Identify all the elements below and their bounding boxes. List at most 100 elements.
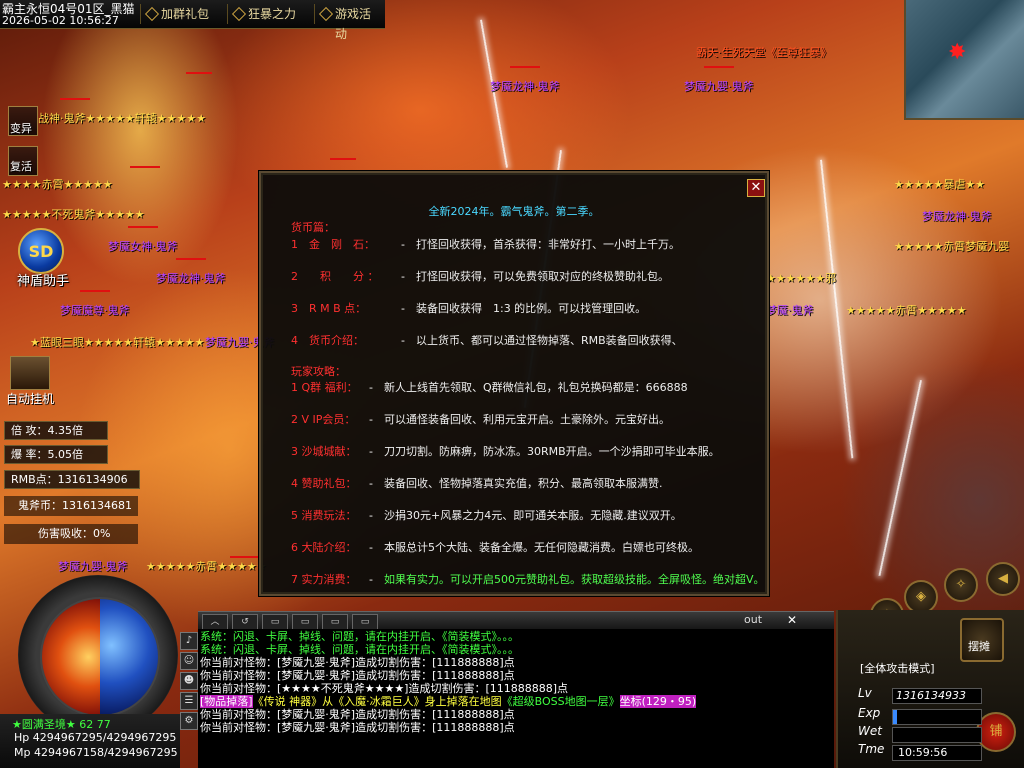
skill-button-icon[interactable]: ◈: [904, 580, 938, 614]
monster-hp-bar: [704, 66, 734, 68]
weight-bar: [892, 727, 982, 743]
overhead-name[interactable]: ★★★★★赤霄★★★★★: [146, 558, 267, 574]
guide-row: 6 大陆介绍： - 本服总计5个大陆、装备全爆。无任何隐藏消费。白嫖也可终极。: [291, 541, 699, 554]
axe-coin: 鬼斧币：1316134681: [4, 496, 138, 516]
chat-line: 系统：闪退、卡屏、掉线、问题，请在内挂开启、《简装模式》。。。: [200, 630, 519, 643]
overhead-name[interactable]: 梦魇龙神·鬼斧: [922, 208, 992, 224]
game-events-button[interactable]: 游戏活动: [314, 4, 385, 41]
chat-emote-icon[interactable]: ☻: [180, 672, 198, 690]
monster-hp-bar: [130, 166, 160, 168]
chat-log[interactable]: 系统：闪退、卡屏、掉线、问题，请在内挂开启、《简装模式》。。。 系统：闪退、卡屏…: [198, 629, 834, 768]
overhead-name[interactable]: 霸天·生死天堂《至尊狂暴》: [696, 44, 832, 60]
monster-hp-bar: [330, 158, 356, 160]
shop-button[interactable]: 铺: [976, 712, 1016, 752]
chat-line: 你当前对怪物：[梦魇九婴·鬼斧]造成切割伤害：[111888888]点: [200, 669, 515, 682]
exp-bar-fill: [893, 710, 897, 724]
wet-label: Wet: [858, 724, 882, 738]
monster-hp-bar: [186, 72, 212, 74]
section-currency: 货币篇：: [291, 221, 335, 234]
helper-label: 神盾助手: [16, 274, 69, 289]
chat-group-icon[interactable]: ☺: [180, 652, 198, 670]
player-status: ★圆满圣境★ 62 77 Hp 4294967295/4294967295 Mp…: [0, 714, 180, 768]
guide-row: 7 实力消费： - 如果有实力。可以开启500元赞助礼包。获取超级技能。全屏吸怪。…: [291, 573, 765, 586]
monster-hp-bar: [128, 226, 158, 228]
attack-multiplier: 倍 攻：4.35倍: [4, 421, 108, 440]
chat-line: 系统：闪退、卡屏、掉线、问题，请在内挂开启、《简装模式》。。。: [200, 643, 519, 656]
auto-hang-button[interactable]: 自动挂机: [6, 356, 56, 406]
section-guide: 玩家攻略：: [291, 365, 346, 378]
guide-row: 4 赞助礼包： - 装备回收、怪物掉落真实充值，积分、最高领取本服满赞.: [291, 477, 663, 490]
chat-tab-icon[interactable]: ↺: [232, 614, 258, 630]
sound-toggle-icon[interactable]: ◀: [986, 562, 1020, 596]
overhead-name[interactable]: 战神·鬼斧★★★★★轩辕★★★★★: [38, 110, 206, 126]
chat-sound-icon[interactable]: ♪: [180, 632, 198, 650]
announcement-dialog: ✕ 全新2024年。霸气鬼斧。第二季。 货币篇： 1 金 刚 石： - 打怪回收获…: [259, 171, 769, 596]
chat-settings-icon[interactable]: ⚙: [180, 712, 198, 730]
chat-tab-icon[interactable]: ▭: [322, 614, 348, 630]
drop-rate: 爆 率：5.05倍: [4, 445, 108, 464]
currency-row: 3 R M B 点： - 装备回收获得 1:3 的比例。可以找管理回收。: [291, 302, 647, 315]
overhead-name[interactable]: 梦魇九婴·鬼斧: [58, 558, 128, 574]
dialog-title: 全新2024年。霸气鬼斧。第二季。: [428, 205, 600, 218]
hp-value: Hp 4294967295/4294967295: [14, 731, 177, 744]
join-group-gift-button[interactable]: 加群礼包: [140, 4, 215, 24]
close-icon[interactable]: ✕: [747, 179, 765, 197]
overhead-name[interactable]: 梦魇女神·鬼斧: [108, 238, 178, 254]
overhead-name[interactable]: 梦魇龙神·鬼斧: [490, 78, 560, 94]
exp-bar: [892, 709, 982, 725]
overhead-name[interactable]: ★★★★★赤霄★★★★★: [846, 302, 967, 318]
overhead-name[interactable]: 梦魇·鬼斧: [766, 302, 814, 318]
chat-line: 你当前对怪物：[梦魇九婴·鬼斧]造成切割伤害：[111888888]点: [200, 721, 515, 734]
monster-hp-bar: [80, 290, 110, 292]
overhead-name[interactable]: 梦魇九婴·鬼斧: [684, 78, 754, 94]
overhead-name[interactable]: ★★★★赤霄★★★★★: [2, 176, 113, 192]
time-label: Tme: [858, 742, 885, 756]
overhead-name[interactable]: ★蓝眼三眼★★★★★轩辕★★★★★: [30, 334, 204, 350]
mp-globe: [100, 599, 158, 715]
skill-button-icon[interactable]: ✧: [944, 568, 978, 602]
guide-row: 2 V IP会员： - 可以通怪装备回收、利用元宝开启。土豪除外。元宝好出。: [291, 413, 670, 426]
chat-tab-icon[interactable]: ▭: [262, 614, 288, 630]
monster-hp-bar: [60, 98, 90, 100]
currency-row: 1 金 刚 石： - 打怪回收获得，首杀获得：非常好打、一小时上千万。: [291, 238, 680, 251]
chat-close-icon[interactable]: ✕: [784, 613, 800, 627]
stall-label: 摆摊: [968, 640, 990, 653]
hp-mp-orb: [18, 575, 178, 735]
overhead-name[interactable]: ★★★★★★邪: [766, 270, 836, 286]
currency-row: 4 货币介绍： - 以上货币、都可以通过怪物掉落、RMB装备回收获得、: [291, 334, 683, 347]
chat-tab-bar: ︿ ↺ ▭ ▭ ▭ ▭ out ✕: [198, 611, 834, 630]
chat-friends-icon[interactable]: ☰: [180, 692, 198, 710]
player-title: ★圆满圣境★ 62 77: [12, 718, 111, 731]
monster-hp-bar: [230, 556, 260, 558]
currency-row: 2 积 分 ： - 打怪回收获得，可以免费领取对应的终极赞助礼包。: [291, 270, 669, 283]
overhead-name[interactable]: 梦魇龙神·鬼斧: [156, 270, 226, 286]
damage-absorb: 伤害吸收：0%: [4, 524, 138, 544]
revive-label: 复活: [10, 160, 32, 173]
attack-mode[interactable]: [全体攻击模式]: [860, 660, 935, 676]
auto-hang-icon: [10, 356, 50, 390]
monster-hp-bar: [510, 66, 540, 68]
level-value: 1316134933: [896, 689, 966, 702]
chat-out-button[interactable]: out: [744, 613, 762, 626]
overhead-name[interactable]: 梦魇魔尊·鬼斧: [60, 302, 130, 318]
chat-line: 你当前对怪物：[★★★★不死鬼斧★★★★]造成切割伤害：[111888888]点: [200, 682, 569, 695]
guide-row: 1 Q群 福利： - 新人上线首先领取、Q群微信礼包，礼包兑换码都是：666888: [291, 381, 688, 394]
helper-button[interactable]: SD 神盾助手: [8, 228, 70, 290]
chat-tab-icon[interactable]: ▭: [292, 614, 318, 630]
game-time: 10:59:56: [898, 746, 948, 759]
chat-drop-line: [物品掉落]《传说 神器》从《入魔·冰霜巨人》身上掉落在地图《超级BOSS地图一…: [200, 695, 697, 708]
hp-globe: [42, 599, 100, 715]
transform-label: 变异: [10, 122, 32, 135]
chat-tab-icon[interactable]: ▭: [352, 614, 378, 630]
overhead-name[interactable]: ★★★★★赤霄梦魇九婴: [894, 238, 1009, 254]
shield-helper-icon: SD: [18, 228, 64, 274]
chat-tab-icon[interactable]: ︿: [202, 614, 228, 630]
berserk-power-button[interactable]: 狂暴之力: [227, 4, 302, 24]
guide-row: 5 消费玩法： - 沙捐30元+风暴之力4元、即可通关本服。无隐藏.建议双开。: [291, 509, 682, 522]
minimap[interactable]: ✸: [904, 0, 1024, 120]
top-bar: 霸主永恒04号01区_黑猫 2026-05-02 10:56:27 加群礼包 狂…: [0, 0, 385, 41]
overhead-name[interactable]: ★★★★★不死鬼斧★★★★★: [2, 206, 145, 222]
overhead-name[interactable]: ★★★★★暴虐★★: [894, 176, 985, 192]
chat-line: 你当前对怪物：[梦魇九婴·鬼斧]造成切割伤害：[111888888]点: [200, 656, 515, 669]
auto-hang-label: 自动挂机: [6, 392, 55, 406]
